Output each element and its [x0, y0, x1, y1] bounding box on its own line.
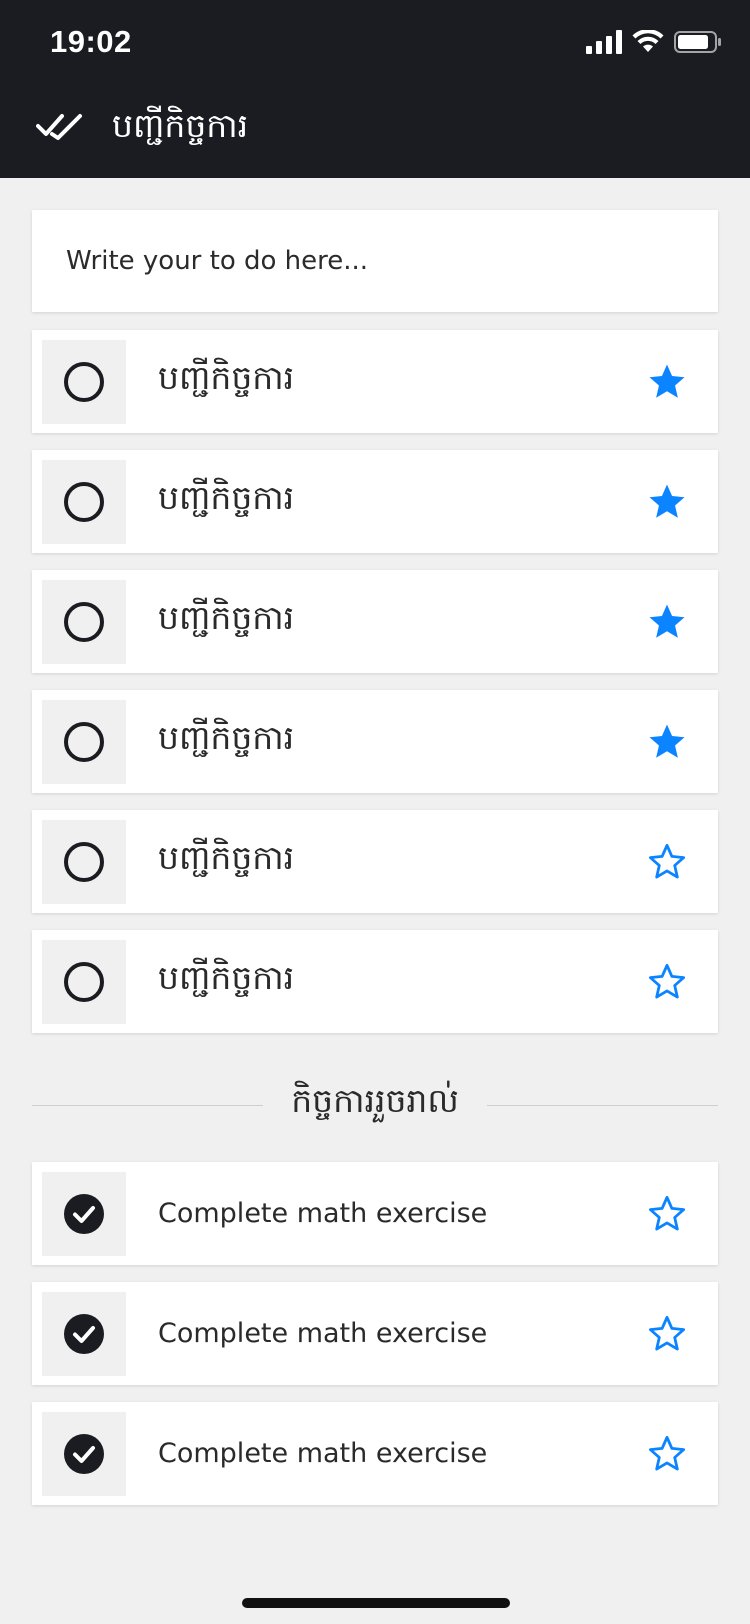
star-outline-icon[interactable]	[646, 1313, 688, 1355]
item-label: បញ្ជីកិច្ចការ	[158, 837, 295, 877]
empty-circle-icon	[64, 482, 104, 522]
list-item: បញ្ជីកិច្ចការ	[32, 930, 718, 1033]
battery-icon	[674, 31, 721, 53]
list-item: បញ្ជីកិច្ចការ	[32, 570, 718, 673]
checked-circle-icon	[64, 1314, 104, 1354]
checked-circle-icon	[64, 1434, 104, 1474]
checkbox[interactable]	[42, 820, 126, 904]
star-filled-icon[interactable]	[646, 361, 688, 403]
top-header: 19:02 បញ្ជីកិច្ចការ	[0, 0, 750, 178]
checkbox[interactable]	[42, 1412, 126, 1496]
list-item: បញ្ជីកិច្ចការ	[32, 810, 718, 913]
empty-circle-icon	[64, 962, 104, 1002]
home-indicator[interactable]	[242, 1598, 510, 1608]
empty-circle-icon	[64, 602, 104, 642]
item-label: បញ្ជីកិច្ចការ	[158, 717, 295, 757]
item-label: បញ្ជីកិច្ចការ	[158, 477, 295, 517]
pending-list: បញ្ជីកិច្ចការ បញ្ជីកិច្ចការ បញ្ជីកិច្ចកា…	[32, 330, 718, 1050]
star-filled-icon[interactable]	[646, 481, 688, 523]
star-outline-icon[interactable]	[646, 1193, 688, 1235]
checkbox[interactable]	[42, 460, 126, 544]
status-icons	[586, 30, 722, 54]
completed-section-header: កិច្ចការរួចរាល់	[32, 1080, 719, 1130]
wifi-icon	[632, 30, 664, 52]
cellular-signal-icon	[586, 30, 622, 54]
todo-input-card	[32, 210, 718, 312]
list-item: បញ្ជីកិច្ចការ	[32, 450, 718, 553]
star-outline-icon[interactable]	[646, 961, 688, 1003]
checked-circle-icon	[64, 1194, 104, 1234]
checkbox[interactable]	[42, 940, 126, 1024]
list-item: Complete math exercise	[32, 1282, 718, 1385]
checkbox[interactable]	[42, 340, 126, 424]
checkbox[interactable]	[42, 1172, 126, 1256]
divider-line	[486, 1104, 719, 1106]
list-item: បញ្ជីកិច្ចការ	[32, 330, 718, 433]
list-item: Complete math exercise	[32, 1402, 718, 1505]
completed-list: Complete math exercise Complete math exe…	[32, 1162, 718, 1522]
item-label: បញ្ជីកិច្ចការ	[158, 957, 295, 997]
empty-circle-icon	[64, 362, 104, 402]
item-label: Complete math exercise	[158, 1198, 488, 1229]
empty-circle-icon	[64, 842, 104, 882]
list-item: Complete math exercise	[32, 1162, 718, 1265]
star-filled-icon[interactable]	[646, 601, 688, 643]
app-title: បញ្ជីកិច្ចការ	[112, 106, 249, 145]
list-item: បញ្ជីកិច្ចការ	[32, 690, 718, 793]
checkbox[interactable]	[42, 700, 126, 784]
completed-section-title: កិច្ចការរួចរាល់	[291, 1081, 459, 1120]
divider-line	[32, 1104, 264, 1106]
empty-circle-icon	[64, 722, 104, 762]
star-outline-icon[interactable]	[646, 841, 688, 883]
item-label: បញ្ជីកិច្ចការ	[158, 597, 295, 637]
status-time: 19:02	[50, 24, 132, 59]
checkbox[interactable]	[42, 580, 126, 664]
item-label: Complete math exercise	[158, 1438, 488, 1469]
item-label: បញ្ជីកិច្ចការ	[158, 357, 295, 397]
double-check-icon[interactable]	[36, 110, 84, 142]
star-filled-icon[interactable]	[646, 721, 688, 763]
todo-input[interactable]	[64, 245, 688, 277]
item-label: Complete math exercise	[158, 1318, 488, 1349]
star-outline-icon[interactable]	[646, 1433, 688, 1475]
checkbox[interactable]	[42, 1292, 126, 1376]
